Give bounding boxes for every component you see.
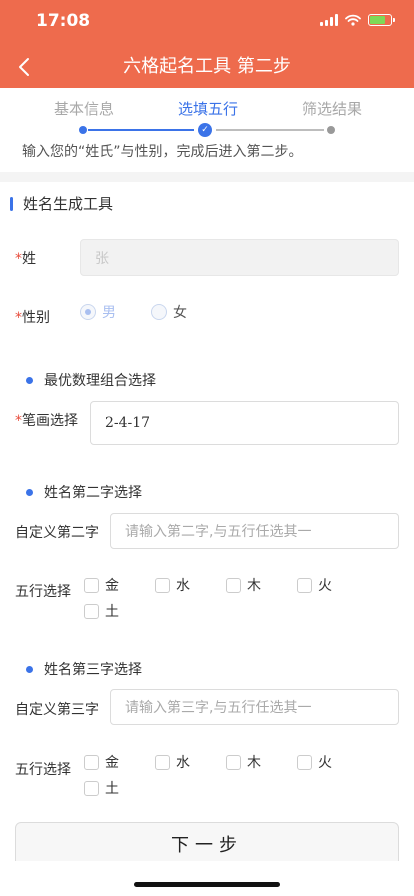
checkbox-icon — [226, 577, 241, 593]
second-char-wuxing-label: 五行选择 — [15, 584, 71, 600]
app-header: 17:08 六格起名工具 第二步 — [0, 0, 414, 88]
status-icons — [320, 14, 395, 26]
cellular-signal-icon — [320, 14, 338, 26]
radio-checked-icon — [80, 304, 96, 320]
third-wuxing-wood[interactable]: 木 — [226, 752, 261, 772]
step-dot-1 — [79, 126, 87, 134]
bullet-dot — [26, 376, 33, 384]
step-hint: 输入您的“姓氏”与性别，完成后进入第二步。 — [22, 144, 303, 160]
checkbox-icon — [84, 603, 99, 619]
third-wuxing-water[interactable]: 水 — [155, 752, 190, 772]
second-char-custom-label: 自定义第二字 — [15, 525, 99, 541]
home-indicator[interactable] — [134, 882, 280, 887]
checkbox-icon — [84, 577, 99, 593]
bullet-dot — [26, 665, 33, 673]
surname-input[interactable]: 张 — [80, 239, 399, 276]
gender-radio-male[interactable]: 男 — [80, 302, 116, 322]
page-title: 六格起名工具 第二步 — [123, 56, 291, 77]
third-char-input[interactable]: 请输入第三字,与五行任选其一 — [110, 689, 399, 725]
checkbox-icon — [297, 577, 312, 593]
radio-unchecked-icon — [151, 304, 167, 320]
section-divider — [0, 172, 414, 182]
third-wuxing-fire[interactable]: 火 — [297, 752, 332, 772]
second-char-section-title: 姓名第二字选择 — [26, 482, 142, 502]
bullet-dot — [26, 488, 33, 496]
step-progress: 基本信息 选填五行 筛选结果 ✓ 输入您的“姓氏”与性别，完成后进入第二步。 — [0, 88, 414, 173]
stroke-combo-field[interactable]: 2-4-17 — [90, 401, 399, 445]
third-char-wuxing-label: 五行选择 — [15, 762, 71, 778]
bottom-safe-area — [0, 861, 414, 896]
checkbox-icon — [226, 754, 241, 770]
battery-icon — [368, 14, 395, 26]
step-track-done — [88, 129, 194, 131]
gender-radio-female[interactable]: 女 — [151, 302, 187, 322]
step-dot-3 — [327, 126, 335, 134]
surname-label: *姓 — [15, 251, 36, 267]
second-char-input[interactable]: 请输入第二字,与五行任选其一 — [110, 513, 399, 549]
checkbox-icon — [155, 754, 170, 770]
third-char-custom-label: 自定义第三字 — [15, 702, 99, 718]
section-accent-bar — [10, 196, 13, 211]
check-icon: ✓ — [198, 123, 212, 137]
gender-label: *性别 — [15, 310, 50, 326]
third-wuxing-metal[interactable]: 金 — [84, 752, 119, 772]
checkbox-icon — [155, 577, 170, 593]
third-wuxing-earth[interactable]: 土 — [84, 778, 119, 798]
stroke-label: *笔画选择 — [15, 413, 78, 429]
step-basic-info: 基本信息 — [54, 100, 115, 118]
checkbox-icon — [84, 754, 99, 770]
status-time: 17:08 — [36, 11, 91, 31]
step-wuxing: 选填五行 — [178, 100, 239, 118]
step-results: 筛选结果 — [302, 100, 363, 118]
second-wuxing-metal[interactable]: 金 — [84, 575, 119, 595]
second-wuxing-earth[interactable]: 土 — [84, 601, 119, 621]
combo-section-title: 最优数理组合选择 — [26, 370, 156, 390]
section-title: 姓名生成工具 — [10, 193, 113, 214]
second-wuxing-water[interactable]: 水 — [155, 575, 190, 595]
wifi-icon — [345, 14, 361, 26]
third-char-section-title: 姓名第三字选择 — [26, 659, 142, 679]
step-track-pending — [216, 129, 324, 131]
second-wuxing-fire[interactable]: 火 — [297, 575, 332, 595]
second-wuxing-wood[interactable]: 木 — [226, 575, 261, 595]
checkbox-icon — [84, 780, 99, 796]
checkbox-icon — [297, 754, 312, 770]
